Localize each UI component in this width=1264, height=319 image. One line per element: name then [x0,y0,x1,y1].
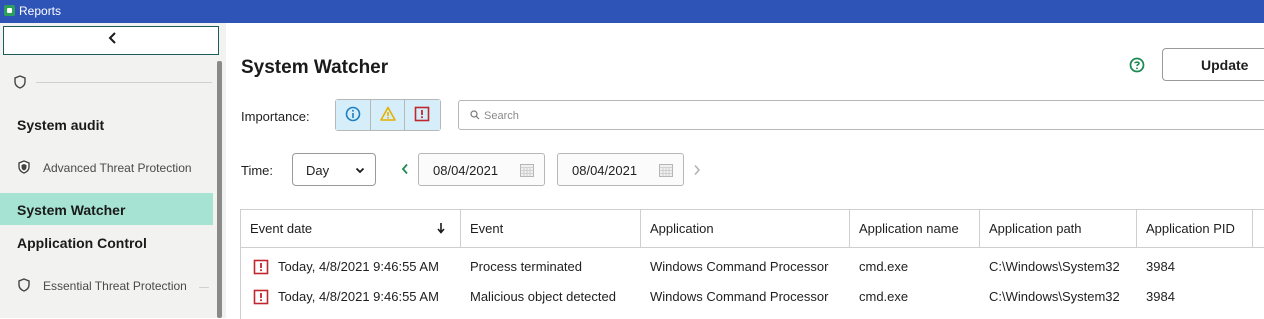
table-header: Event date Event Application Application… [241,210,1264,248]
column-header-label: Event [470,221,504,236]
info-icon [345,106,361,122]
shield-icon [18,278,30,292]
chevron-left-icon [108,32,116,44]
app-logo-icon [4,5,15,16]
warning-icon [379,106,396,121]
sidebar-item-system-watcher[interactable]: System Watcher [0,193,213,225]
sidebar: System audit Advanced Threat Protection … [0,23,226,318]
cell-event: Process terminated [470,259,582,274]
cell-application-path: C:\Windows\System32 [989,259,1120,274]
column-header-application[interactable]: Application [641,210,850,247]
column-header-event-date[interactable]: Event date [241,210,461,247]
cell-application-name: cmd.exe [859,259,909,274]
cell-application-path: C:\Windows\System32 [989,289,1120,304]
cell-event: Malicious object detected [470,289,616,304]
calendar-icon[interactable] [519,162,535,178]
column-header-label: Application [650,221,714,236]
column-header-application-name[interactable]: Application name [850,210,980,247]
date-to-field[interactable]: 08/04/2021 [557,153,684,186]
shield-filled-icon [18,160,30,174]
search-input[interactable] [482,105,1186,127]
date-from-value: 08/04/2021 [433,163,499,178]
date-from-field[interactable]: 08/04/2021 [418,153,545,186]
cell-application-pid: 3984 [1146,259,1175,274]
search-icon [470,110,480,120]
column-header-label: Application path [989,221,1082,236]
chevron-down-icon [355,167,365,174]
sidebar-item-advanced-threat-protection[interactable]: Advanced Threat Protection [0,160,213,179]
cell-application-name: cmd.exe [859,289,909,304]
column-header-application-path[interactable]: Application path [980,210,1137,247]
table-row[interactable]: Today, 4/8/2021 9:46:55 AM Process termi… [241,252,1264,282]
column-header-label: Application PID [1146,221,1235,236]
sidebar-item-label: System Watcher [17,202,126,218]
sidebar-item-label: System audit [17,117,105,133]
sort-descending-icon [437,223,445,234]
importance-filter-group [335,99,441,131]
shield-icon [14,75,26,89]
sidebar-divider [36,82,212,83]
cell-application: Windows Command Processor [650,289,829,304]
column-header-event[interactable]: Event [461,210,641,247]
sidebar-item-application-control[interactable]: Application Control [0,235,213,257]
help-icon[interactable] [1129,57,1145,73]
critical-icon [253,259,269,275]
period-select-value: Day [306,163,330,178]
column-header-label: Application name [859,221,959,236]
sidebar-item-essential-threat-protection[interactable]: Essential Threat Protection [0,278,213,297]
window-title: Reports [19,4,62,18]
sidebar-sub-label: Essential Threat Protection [43,279,187,293]
sidebar-item-system-audit[interactable]: System audit [0,117,213,139]
sidebar-sub-label: Advanced Threat Protection [43,161,192,175]
critical-icon [415,106,430,122]
column-header-application-pid[interactable]: Application PID [1137,210,1253,247]
critical-icon [253,289,269,305]
next-period-icon[interactable] [693,164,701,176]
search-box [458,100,1264,130]
previous-period-icon[interactable] [401,163,409,175]
page-title: System Watcher [241,57,389,78]
time-label: Time: [241,163,274,178]
update-button[interactable]: Update [1162,48,1264,81]
sidebar-collapse-button[interactable] [3,26,219,55]
sidebar-scrollbar[interactable] [217,61,222,318]
sidebar-divider [199,287,209,288]
cell-event-date: Today, 4/8/2021 9:46:55 AM [278,259,439,274]
cell-event-date: Today, 4/8/2021 9:46:55 AM [278,289,439,304]
importance-info-toggle[interactable] [336,100,371,130]
importance-warning-toggle[interactable] [370,100,406,130]
table-row[interactable]: Today, 4/8/2021 9:46:55 AM Malicious obj… [241,282,1264,312]
cell-application: Windows Command Processor [650,259,829,274]
date-to-value: 08/04/2021 [572,163,638,178]
column-header-label: Event date [250,221,313,236]
calendar-icon[interactable] [658,162,674,178]
importance-label: Importance: [241,109,310,124]
cell-application-pid: 3984 [1146,289,1175,304]
events-table: Event date Event Application Application… [240,209,1264,319]
period-select[interactable]: Day [292,153,376,186]
importance-critical-toggle[interactable] [405,100,440,130]
window-titlebar: Reports [0,0,1264,23]
sidebar-item-label: Application Control [17,235,147,251]
